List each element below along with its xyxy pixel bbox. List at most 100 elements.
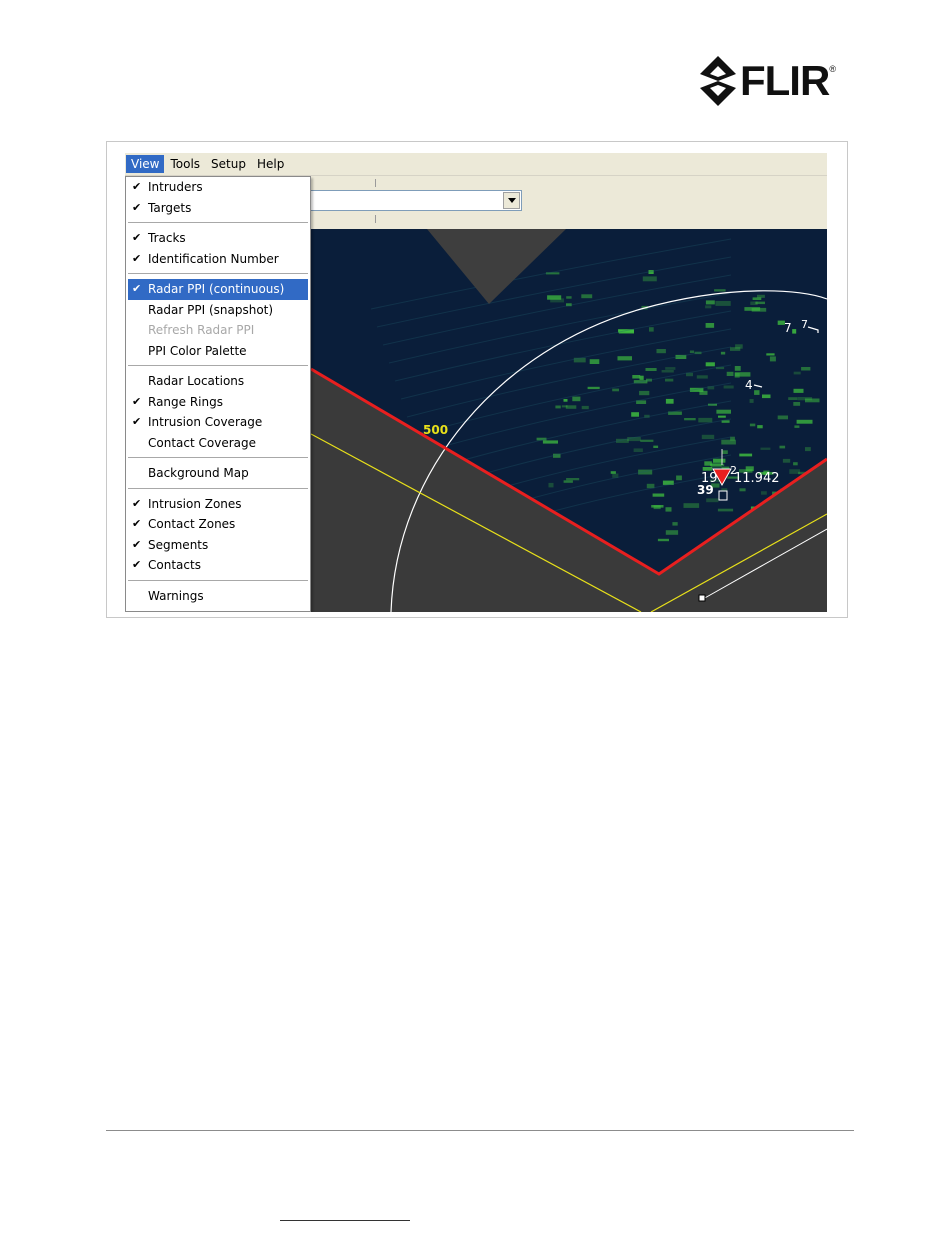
radar-echo [548, 482, 554, 488]
menu-item-background-map[interactable]: Background Map [126, 463, 310, 484]
segment-handle[interactable] [698, 594, 706, 602]
menu-item-label: Radar PPI (continuous) [148, 282, 285, 296]
radar-echo [713, 458, 726, 463]
menu-item-label: Targets [148, 200, 192, 215]
radar-echo [665, 378, 674, 382]
radar-echo [730, 347, 741, 351]
menu-item-radar-ppi-snapshot[interactable]: Radar PPI (snapshot) [126, 300, 310, 321]
check-icon: ✔ [132, 251, 142, 265]
radar-ppi-display[interactable]: 500 7 7 4 19 2 11.942 39 [311, 229, 827, 612]
radar-echo [721, 450, 728, 454]
menu-item-refresh-radar-ppi: Refresh Radar PPI [126, 320, 310, 341]
radar-echo [689, 350, 695, 353]
radar-echo [563, 480, 573, 483]
menu-item-tracks[interactable]: ✔ Tracks [126, 228, 310, 249]
radar-echo [665, 367, 676, 370]
radar-echo [796, 419, 813, 424]
track-label: 7 [784, 321, 792, 335]
menu-item-ppi-color-palette[interactable]: PPI Color Palette [126, 341, 310, 362]
menu-item-targets[interactable]: ✔ Targets [126, 198, 310, 219]
menu-item-intrusion-zones[interactable]: ✔ Intrusion Zones [126, 494, 310, 515]
radar-echo [705, 300, 715, 305]
menu-tools[interactable]: Tools [165, 155, 205, 173]
radar-echo [710, 462, 722, 468]
flir-diamond-icon [700, 56, 736, 106]
menu-setup[interactable]: Setup [206, 155, 251, 173]
radar-echo [649, 327, 654, 332]
menu-item-label: Intruders [148, 180, 203, 194]
menu-separator [128, 579, 308, 581]
radar-echo [744, 307, 761, 311]
radar-echo [651, 505, 664, 508]
radar-echo [656, 349, 666, 354]
radar-echo [762, 394, 771, 399]
menu-item-contacts[interactable]: ✔ Contacts [126, 555, 310, 576]
menu-item-radar-locations[interactable]: Radar Locations [126, 371, 310, 392]
radar-echo [718, 415, 726, 418]
radar-echo [572, 396, 581, 402]
check-icon: ✔ [132, 537, 142, 551]
track-label: 39 [697, 483, 714, 497]
footer-divider [106, 1130, 854, 1131]
check-icon: ✔ [132, 200, 142, 214]
radar-echo [794, 425, 800, 428]
menu-item-contact-coverage[interactable]: Contact Coverage [126, 433, 310, 454]
menu-item-range-rings[interactable]: ✔ Range Rings [126, 392, 310, 413]
radar-echo [705, 323, 715, 328]
menu-item-intrusion-coverage[interactable]: ✔ Intrusion Coverage [126, 412, 310, 433]
radar-echo [757, 425, 763, 429]
check-icon: ✔ [132, 496, 142, 510]
menu-item-segments[interactable]: ✔ Segments [126, 535, 310, 556]
radar-echo [581, 405, 589, 410]
radar-echo [715, 301, 731, 306]
radar-echo [705, 305, 712, 309]
menu-item-label: Contact Coverage [148, 435, 256, 450]
radar-echo [793, 402, 801, 406]
menu-help[interactable]: Help [252, 155, 289, 173]
radar-echo [739, 453, 753, 457]
radar-echo [769, 356, 776, 362]
radar-echo [550, 298, 564, 303]
menu-separator [128, 222, 308, 223]
menu-item-label: Range Rings [148, 394, 223, 409]
menu-item-contact-zones[interactable]: ✔ Contact Zones [126, 514, 310, 535]
radar-echo [617, 356, 632, 361]
range-ring-label: 500 [423, 423, 448, 437]
menu-view[interactable]: View [126, 155, 165, 173]
flir-wordmark: FLIR [740, 57, 830, 104]
check-icon: ✔ [132, 394, 142, 408]
combo-dropdown-button[interactable] [503, 192, 520, 209]
radar-echo [610, 471, 616, 474]
radar-echo [716, 409, 731, 414]
menu-item-label: Contacts [148, 558, 201, 572]
check-icon: ✔ [132, 282, 142, 295]
radar-echo [566, 296, 572, 299]
menu-item-warnings[interactable]: Warnings [126, 586, 310, 607]
flir-logo: FLIR ® [698, 54, 850, 108]
check-icon: ✔ [132, 180, 142, 193]
radar-echo [720, 351, 726, 355]
radar-echo [672, 522, 678, 526]
radar-echo [755, 301, 765, 305]
menu-item-radar-ppi-continuous[interactable]: ✔ Radar PPI (continuous) [128, 279, 308, 300]
menu-item-label: PPI Color Palette [148, 343, 247, 358]
view-combo-box[interactable] [305, 190, 522, 211]
radar-echo [739, 488, 746, 492]
radar-echo [705, 362, 715, 367]
menu-item-label: Warnings [148, 588, 204, 603]
screenshot-frame: View Tools Setup Help 500 7 7 4 19 2 11.… [106, 141, 848, 618]
radar-echo [749, 399, 754, 403]
check-icon: ✔ [132, 415, 142, 428]
radar-echo [782, 458, 791, 463]
radar-echo [587, 386, 600, 390]
menu-item-intruders[interactable]: ✔ Intruders [126, 177, 310, 198]
radar-echo [792, 329, 797, 334]
radar-echo [665, 530, 679, 535]
radar-echo [777, 415, 788, 420]
radar-echo [684, 418, 696, 421]
radar-echo [793, 388, 804, 393]
menu-separator [128, 487, 308, 489]
menu-item-identification-number[interactable]: ✔ Identification Number [126, 249, 310, 270]
radar-echo [640, 439, 654, 442]
radar-echo [766, 353, 775, 356]
